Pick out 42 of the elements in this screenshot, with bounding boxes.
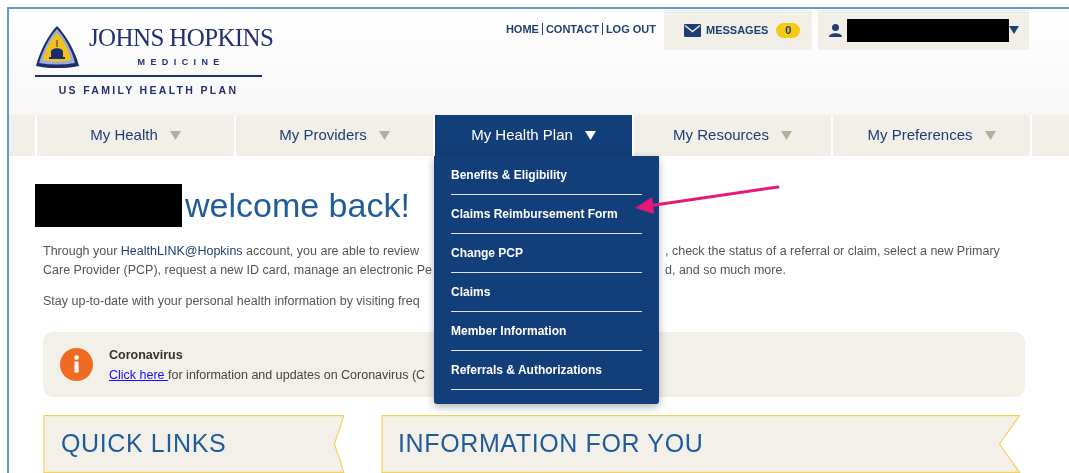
plan-name: US FAMILY HEALTH PLAN: [57, 82, 240, 98]
healthlink-link[interactable]: HealthLINK@Hopkins: [120, 244, 243, 258]
intro-text: d, and so much more.: [665, 262, 786, 279]
caret-icon: [1009, 26, 1019, 34]
caret-icon: [169, 131, 181, 140]
messages-button[interactable]: MESSAGES 0: [664, 10, 812, 50]
welcome-heading: welcome back!: [185, 184, 410, 226]
nav-tab[interactable]: My Health: [37, 115, 234, 156]
intro-text: Care Provider (PCP), request a new ID card, manage an electronic Pe: [43, 262, 434, 279]
message-count-badge: 0: [776, 22, 801, 38]
dome-shield-logo-icon: [35, 26, 80, 68]
section-banner: QUICK LINKS: [43, 415, 345, 473]
intro-text: Through your HealthLINK@Hopkins account, you are able to review: [43, 243, 421, 260]
click-here-link[interactable]: Click here: [109, 367, 169, 382]
caret-icon: [584, 131, 596, 140]
top-nav-link[interactable]: HOME: [502, 23, 542, 35]
top-nav-link[interactable]: CONTACT: [541, 23, 602, 35]
alert-title: Coronavirus: [109, 346, 184, 364]
caret-icon: [984, 131, 996, 140]
envelope-icon: [684, 23, 701, 37]
dropdown-item[interactable]: Member Information: [451, 312, 642, 351]
alert-text: Click here for information and updates on Coronavirus (C: [109, 366, 426, 384]
dropdown-item[interactable]: Claims: [451, 273, 642, 312]
intro-text: , check the status of a referral or claim, select a new Primary: [665, 243, 1000, 260]
nav-tab[interactable]: My Health Plan: [435, 115, 632, 156]
user-icon: [829, 23, 842, 37]
nav-bar-filler: [9, 115, 35, 156]
logo-title: JOHNS HOPKINS: [89, 23, 274, 53]
reminder-text: Stay up-to-date with your personal health information by visiting freq: [43, 293, 421, 310]
caret-icon: [780, 131, 792, 140]
dropdown-item[interactable]: Referrals & Authorizations: [451, 351, 642, 390]
section-banner: INFORMATION FOR YOU: [380, 415, 1022, 473]
caret-icon: [378, 131, 390, 140]
nav-tab[interactable]: My Providers: [236, 115, 433, 156]
logo-subtitle: MEDICINE: [137, 56, 225, 69]
nav-tab[interactable]: My Resources: [634, 115, 831, 156]
info-icon: [60, 348, 93, 381]
dropdown-item[interactable]: Benefits & Eligibility: [451, 156, 642, 195]
top-nav-link[interactable]: LOG OUT: [601, 23, 659, 35]
account-menu[interactable]: [818, 10, 1029, 50]
nav-tab[interactable]: My Preferences: [833, 115, 1030, 156]
dropdown-item[interactable]: Change PCP: [451, 234, 642, 273]
